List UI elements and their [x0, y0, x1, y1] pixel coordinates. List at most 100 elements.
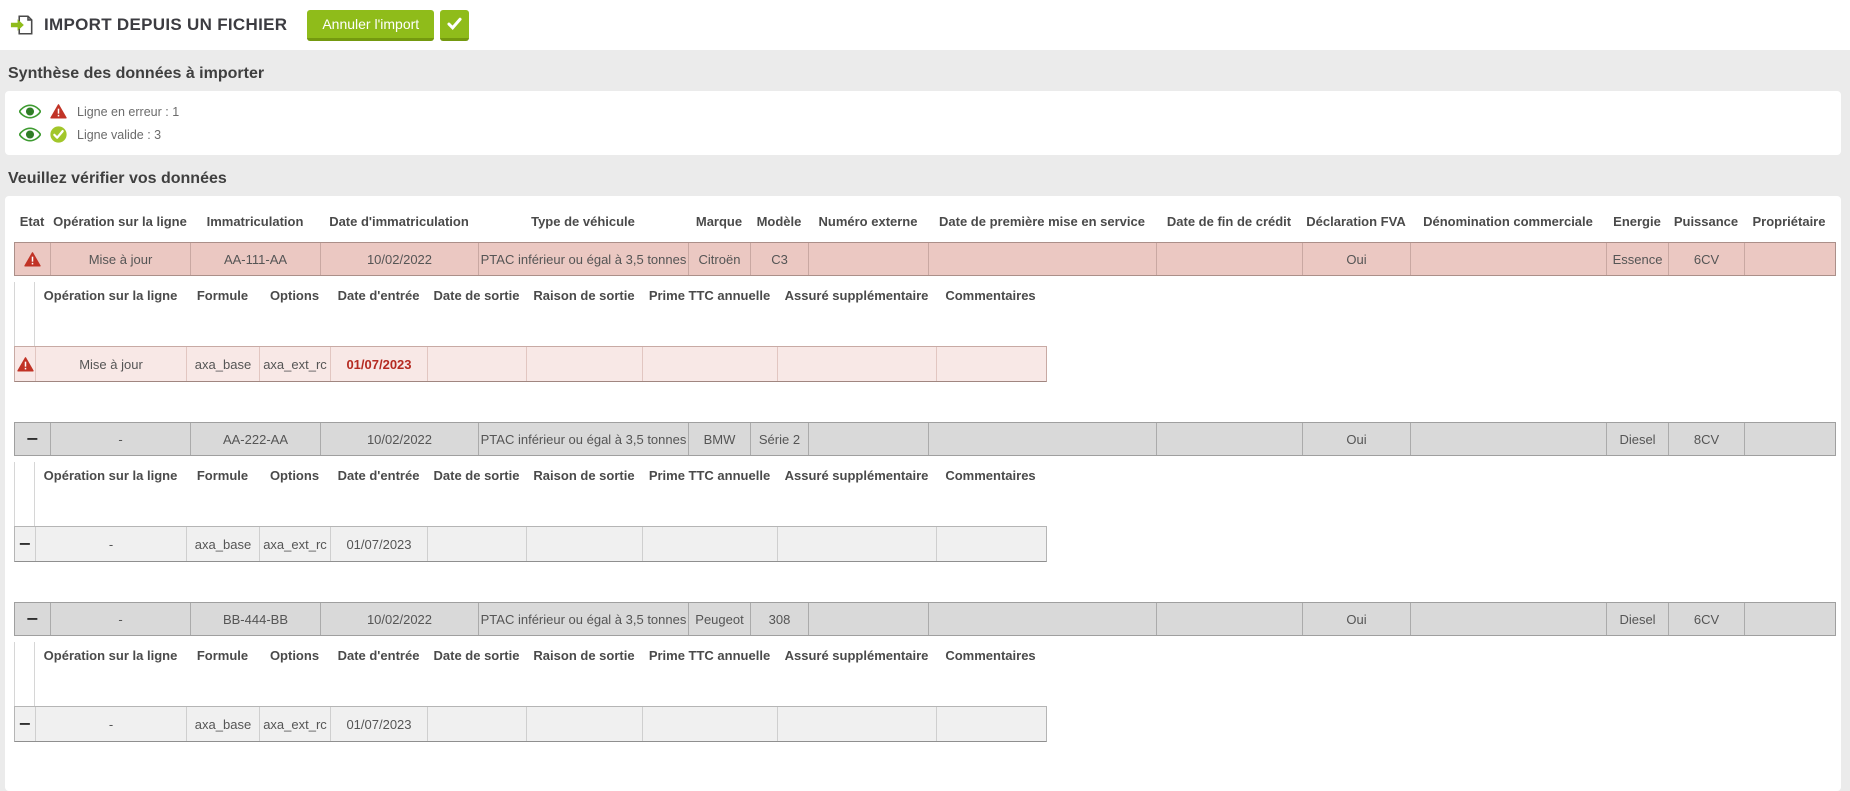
- subtable-gutter: [14, 668, 35, 706]
- contract-cell: Mise à jour: [36, 347, 187, 381]
- contract-cell: [937, 707, 1046, 741]
- import-data-table: EtatOpération sur la ligneImmatriculatio…: [5, 196, 1841, 791]
- vehicle-cell: [929, 423, 1157, 455]
- vehicle-cell: Citroën: [689, 243, 751, 275]
- sub-column-header: Assuré supplémentaire: [777, 468, 936, 483]
- column-header: Date de première mise en service: [928, 214, 1156, 229]
- contract-cell: -: [36, 527, 187, 561]
- sub-column-header: Date de sortie: [427, 468, 526, 483]
- collapse-minus-icon[interactable]: −: [26, 431, 39, 447]
- subtable-header-row: Opération sur la ligneFormuleOptionsDate…: [14, 462, 1045, 488]
- subtable-spacer: [14, 668, 1045, 706]
- subtable-spacer: [14, 488, 1045, 526]
- sub-column-header: Date d'entrée: [330, 468, 427, 483]
- main-table-header-row: EtatOpération sur la ligneImmatriculatio…: [14, 206, 1832, 236]
- vehicle-cell: [1411, 603, 1607, 635]
- contract-cell: [778, 347, 937, 381]
- sub-column-header: Prime TTC annuelle: [642, 468, 777, 483]
- subtable-gutter: [14, 488, 35, 526]
- warning-triangle-icon: [50, 104, 67, 119]
- contract-subtable: Opération sur la ligneFormuleOptionsDate…: [14, 462, 1832, 562]
- summary-card: Ligne en erreur : 1Ligne valide : 3: [5, 91, 1841, 155]
- subtable-gutter: [14, 642, 35, 668]
- row-state-cell: −: [15, 603, 51, 635]
- collapse-minus-icon[interactable]: −: [26, 611, 39, 627]
- column-header: Propriétaire: [1744, 214, 1834, 229]
- vehicle-cell: [1745, 423, 1835, 455]
- column-header: Etat: [14, 214, 50, 229]
- subtable-gutter: [14, 462, 35, 488]
- eye-icon[interactable]: [19, 104, 41, 119]
- vehicle-cell: Oui: [1303, 603, 1411, 635]
- sub-column-header: Opération sur la ligne: [35, 468, 186, 483]
- eye-icon[interactable]: [19, 127, 41, 142]
- vehicle-cell: 10/02/2022: [321, 423, 479, 455]
- column-header: Puissance: [1668, 214, 1744, 229]
- vehicle-cell: [929, 603, 1157, 635]
- vehicle-cell: [1157, 243, 1303, 275]
- vehicle-cell: [1157, 603, 1303, 635]
- column-header: Immatriculation: [190, 214, 320, 229]
- column-header: Modèle: [750, 214, 808, 229]
- vehicle-cell: Série 2: [751, 423, 809, 455]
- vehicle-group: −-AA-222-AA10/02/2022PTAC inférieur ou é…: [14, 422, 1832, 562]
- vehicle-cell: BMW: [689, 423, 751, 455]
- vehicle-cell: BB-444-BB: [191, 603, 321, 635]
- contract-cell: axa_base: [187, 527, 260, 561]
- sub-column-header: Options: [259, 648, 330, 663]
- vehicle-cell: 8CV: [1669, 423, 1745, 455]
- confirm-import-button[interactable]: [440, 10, 469, 41]
- vehicle-cell: [1157, 423, 1303, 455]
- contract-cell: [428, 707, 527, 741]
- vehicle-row: −-BB-444-BB10/02/2022PTAC inférieur ou é…: [14, 602, 1836, 636]
- sub-column-header: Assuré supplémentaire: [777, 288, 936, 303]
- sub-column-header: Prime TTC annuelle: [642, 288, 777, 303]
- contract-cell: [643, 707, 778, 741]
- vehicle-cell: Diesel: [1607, 423, 1669, 455]
- contract-cell: [778, 707, 937, 741]
- contract-cell: axa_ext_rc: [260, 707, 331, 741]
- collapse-minus-icon[interactable]: −: [18, 716, 31, 732]
- column-header: Type de véhicule: [478, 214, 688, 229]
- contract-cell: -: [36, 707, 187, 741]
- sub-column-header: Raison de sortie: [526, 288, 642, 303]
- contract-cell: [643, 527, 778, 561]
- warning-triangle-icon: [24, 252, 41, 267]
- summary-label: Ligne en erreur : 1: [77, 105, 179, 119]
- subtable-gutter: [14, 282, 35, 308]
- contract-row: −-axa_baseaxa_ext_rc01/07/2023: [14, 706, 1047, 742]
- contract-cell: axa_ext_rc: [260, 527, 331, 561]
- contract-row: −-axa_baseaxa_ext_rc01/07/2023: [14, 526, 1047, 562]
- verify-title: Veuillez vérifier vos données: [8, 170, 1850, 188]
- vehicle-cell: [929, 243, 1157, 275]
- subtable-header-row: Opération sur la ligneFormuleOptionsDate…: [14, 642, 1045, 668]
- contract-cell: axa_base: [187, 347, 260, 381]
- contract-cell: [428, 347, 527, 381]
- sub-column-header: Commentaires: [936, 648, 1045, 663]
- vehicle-cell: [1745, 603, 1835, 635]
- vehicle-cell: 10/02/2022: [321, 603, 479, 635]
- column-header: Opération sur la ligne: [50, 214, 190, 229]
- contract-cell: [643, 347, 778, 381]
- vehicle-cell: 6CV: [1669, 603, 1745, 635]
- vehicle-cell: [1411, 423, 1607, 455]
- cancel-import-button[interactable]: Annuler l'import: [307, 10, 434, 41]
- vehicle-cell: 308: [751, 603, 809, 635]
- collapse-minus-icon[interactable]: −: [18, 536, 31, 552]
- column-header: Date d'immatriculation: [320, 214, 478, 229]
- vehicle-cell: 6CV: [1669, 243, 1745, 275]
- check-circle-icon: [50, 126, 67, 143]
- vehicle-cell: [1411, 243, 1607, 275]
- contract-cell: 01/07/2023: [331, 707, 428, 741]
- sub-column-header: Opération sur la ligne: [35, 288, 186, 303]
- summary-item: Ligne en erreur : 1: [19, 100, 1841, 123]
- sub-column-header: Date d'entrée: [330, 288, 427, 303]
- sub-column-header: Commentaires: [936, 468, 1045, 483]
- contract-cell: axa_ext_rc: [260, 347, 331, 381]
- column-header: Dénomination commerciale: [1410, 214, 1606, 229]
- subtable-header-row: Opération sur la ligneFormuleOptionsDate…: [14, 282, 1045, 308]
- sub-column-header: Options: [259, 288, 330, 303]
- contract-cell: 01/07/2023: [331, 347, 428, 381]
- row-state-cell: −: [15, 707, 36, 741]
- sub-column-header: Date de sortie: [427, 288, 526, 303]
